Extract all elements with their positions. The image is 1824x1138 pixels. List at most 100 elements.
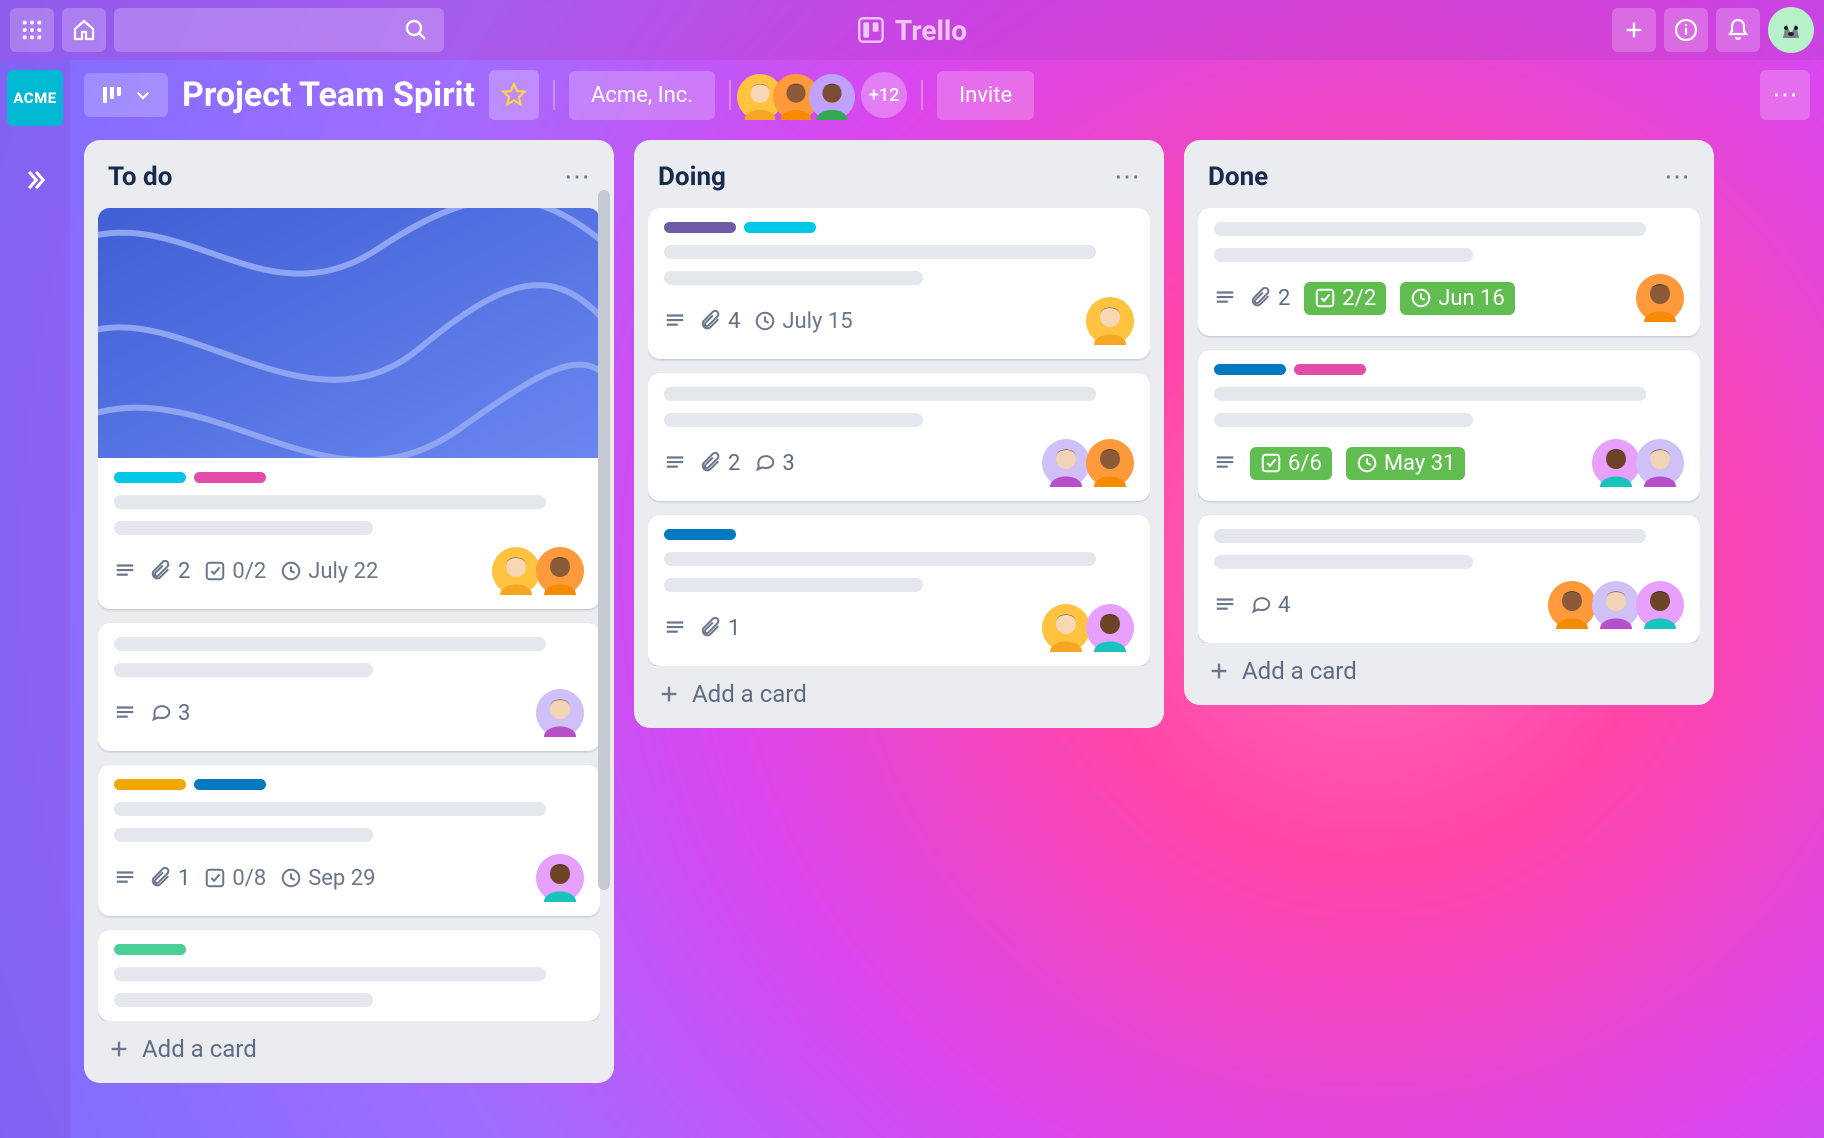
card[interactable]: 4July 15 — [648, 208, 1150, 359]
member-avatar[interactable] — [1086, 297, 1134, 345]
expand-sidebar-button[interactable] — [21, 166, 49, 201]
cards-container: 20/2July 22 3 10/8Sep 29 — [98, 208, 600, 1021]
member-avatar[interactable] — [1636, 581, 1684, 629]
attachments-badge: 1 — [700, 616, 740, 641]
comments-badge: 4 — [1250, 593, 1290, 618]
member-avatar[interactable] — [1042, 439, 1090, 487]
card-footer: 1 — [664, 604, 1134, 652]
label-chip[interactable] — [1294, 364, 1366, 375]
notifications-button[interactable] — [1716, 8, 1760, 52]
label-chip[interactable] — [744, 222, 816, 233]
label-chip[interactable] — [194, 472, 266, 483]
list-title[interactable]: To do — [108, 162, 172, 192]
board-header: Project Team Spirit Acme, Inc. +12 Invit… — [70, 60, 1824, 130]
workspace-tile[interactable]: ACME — [7, 70, 63, 126]
workspace-tag: ACME — [13, 89, 56, 107]
label-chip[interactable] — [114, 472, 186, 483]
description-icon — [1214, 287, 1236, 309]
search-input[interactable] — [114, 8, 444, 52]
label-chip[interactable] — [1214, 364, 1286, 375]
star-board-button[interactable] — [489, 70, 539, 120]
member-avatar[interactable] — [1086, 604, 1134, 652]
card-title-placeholder — [664, 552, 1096, 566]
card[interactable]: 3 — [98, 623, 600, 751]
card[interactable]: 6/6May 31 — [1198, 350, 1700, 501]
card[interactable] — [98, 930, 600, 1021]
attachments-badge: 2 — [1250, 286, 1290, 311]
card[interactable]: 23 — [648, 373, 1150, 501]
card[interactable]: 4 — [1198, 515, 1700, 643]
card-footer: 10/8Sep 29 — [114, 854, 584, 902]
card-text-placeholder — [114, 993, 373, 1007]
member-avatar[interactable] — [1636, 439, 1684, 487]
home-button[interactable] — [62, 8, 106, 52]
list-title[interactable]: Doing — [658, 162, 726, 192]
card[interactable]: 22/2Jun 16 — [1198, 208, 1700, 336]
comments-badge: 3 — [150, 701, 190, 726]
brand-name: Trello — [895, 14, 967, 47]
add-card-button[interactable]: Add a card — [648, 666, 1150, 714]
label-chip[interactable] — [664, 529, 736, 540]
member-avatar[interactable] — [492, 547, 540, 595]
cards-container: 22/2Jun 16 6/6May 31 4 — [1198, 208, 1700, 643]
member-avatar[interactable] — [807, 72, 853, 118]
list-menu-button[interactable]: ⋯ — [564, 162, 590, 192]
card[interactable]: 10/8Sep 29 — [98, 765, 600, 916]
list-menu-button[interactable]: ⋯ — [1114, 162, 1140, 192]
member-avatar[interactable] — [536, 689, 584, 737]
list-column: To do ⋯ 20/2July 22 3 10/8Sep 29 — [84, 140, 614, 1083]
board-menu-button[interactable]: ⋯ — [1760, 70, 1810, 120]
label-chip[interactable] — [114, 944, 186, 955]
org-name-button[interactable]: Acme, Inc. — [569, 71, 715, 120]
list-column: Done ⋯ 22/2Jun 16 6/6May 31 4 Add a card — [1184, 140, 1714, 705]
card-cover — [98, 208, 600, 458]
list-title[interactable]: Done — [1208, 162, 1268, 192]
checklist-badge: 6/6 — [1250, 447, 1332, 480]
user-avatar[interactable] — [1768, 7, 1814, 53]
member-overflow-count[interactable]: +12 — [861, 72, 907, 118]
create-button[interactable] — [1612, 8, 1656, 52]
card-members — [540, 689, 584, 737]
add-card-button[interactable]: Add a card — [98, 1021, 600, 1069]
card-members — [1046, 604, 1134, 652]
card-text-placeholder — [664, 578, 923, 592]
checklist-badge: 0/8 — [204, 866, 266, 891]
description-icon — [664, 310, 686, 332]
cards-container: 4July 15 23 1 — [648, 208, 1150, 666]
member-avatar[interactable] — [1636, 274, 1684, 322]
board-members[interactable] — [745, 72, 853, 118]
member-avatar[interactable] — [536, 547, 584, 595]
apps-button[interactable] — [10, 8, 54, 52]
lists-container: To do ⋯ 20/2July 22 3 10/8Sep 29 — [70, 130, 1824, 1138]
label-chip[interactable] — [194, 779, 266, 790]
card-labels — [1214, 364, 1684, 375]
label-chip[interactable] — [114, 779, 186, 790]
card-members — [496, 547, 584, 595]
due-date-badge: July 22 — [280, 559, 378, 584]
invite-button[interactable]: Invite — [937, 71, 1034, 120]
card-members — [1046, 439, 1134, 487]
info-button[interactable] — [1664, 8, 1708, 52]
member-avatar[interactable] — [1042, 604, 1090, 652]
top-bar: Trello — [0, 0, 1824, 60]
card[interactable]: 20/2July 22 — [98, 208, 600, 609]
card[interactable]: 1 — [648, 515, 1150, 666]
list-scrollbar[interactable] — [598, 190, 610, 890]
member-avatar[interactable] — [1086, 439, 1134, 487]
list-menu-button[interactable]: ⋯ — [1664, 162, 1690, 192]
board-view-switcher[interactable] — [84, 73, 168, 117]
card-footer: 4July 15 — [664, 297, 1134, 345]
card-text-placeholder — [114, 663, 373, 677]
member-avatar[interactable] — [1592, 439, 1640, 487]
board-title[interactable]: Project Team Spirit — [182, 75, 475, 115]
card-footer: 6/6May 31 — [1214, 439, 1684, 487]
card-title-placeholder — [114, 495, 546, 509]
member-avatar[interactable] — [1592, 581, 1640, 629]
card-footer: 22/2Jun 16 — [1214, 274, 1684, 322]
member-avatar[interactable] — [536, 854, 584, 902]
member-avatar[interactable] — [1548, 581, 1596, 629]
card-members — [1090, 297, 1134, 345]
card-text-placeholder — [1214, 248, 1473, 262]
add-card-button[interactable]: Add a card — [1198, 643, 1700, 691]
label-chip[interactable] — [664, 222, 736, 233]
